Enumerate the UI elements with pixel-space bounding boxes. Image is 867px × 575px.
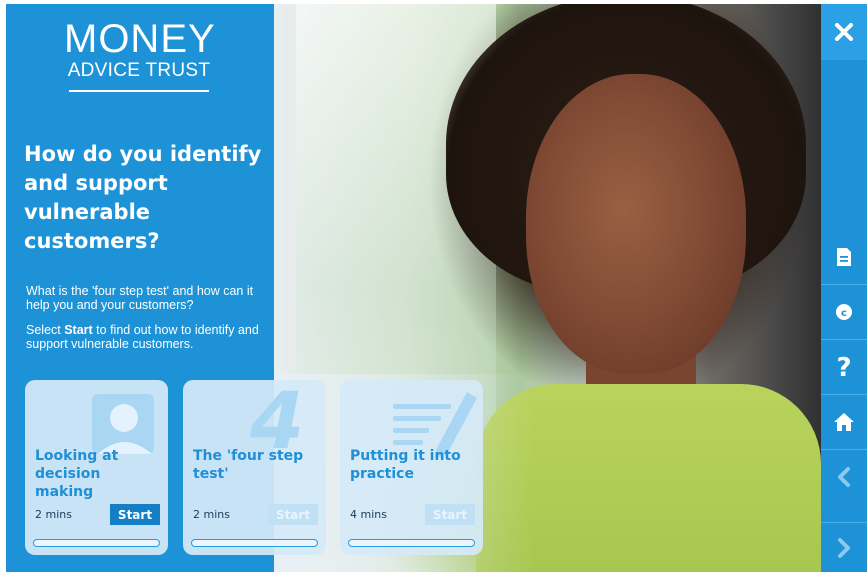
chevron-right-icon bbox=[838, 537, 850, 558]
module-card-putting-into-practice[interactable]: Putting it into practice 4 mins Start bbox=[340, 380, 483, 555]
start-button[interactable]: Start bbox=[110, 504, 160, 525]
home-button[interactable] bbox=[821, 395, 867, 449]
logo-underline bbox=[69, 90, 209, 92]
intro-paragraph-2: Select Start to find out how to identify… bbox=[26, 323, 259, 351]
help-button[interactable]: ? bbox=[821, 340, 867, 394]
module-duration: 4 mins bbox=[350, 508, 387, 521]
next-button[interactable] bbox=[821, 523, 867, 572]
copyright-button[interactable]: c bbox=[821, 285, 867, 339]
module-progress-bar bbox=[348, 539, 475, 547]
start-emphasis: Start bbox=[64, 323, 93, 337]
module-title: Looking at decision making bbox=[35, 448, 119, 500]
logo-line-1: MONEY bbox=[64, 17, 216, 61]
home-icon bbox=[834, 413, 854, 431]
module-progress-bar bbox=[191, 539, 318, 547]
course-stage: MONEY ADVICE TRUST How do you identify a… bbox=[6, 4, 821, 572]
start-button[interactable]: Start bbox=[425, 504, 475, 525]
chevron-left-icon bbox=[838, 467, 850, 487]
intro-text: What is the 'four step test' and how can… bbox=[26, 284, 271, 362]
close-icon bbox=[835, 23, 853, 41]
logo-line-2: ADVICE TRUST bbox=[67, 60, 211, 81]
intro-paragraph-1: What is the 'four step test' and how can… bbox=[26, 284, 254, 312]
module-title: Putting it into practice bbox=[350, 448, 461, 482]
module-duration: 2 mins bbox=[35, 508, 72, 521]
module-title: The 'four step test' bbox=[193, 448, 304, 482]
module-card-four-step-test[interactable]: 4 The 'four step test' 2 mins Start bbox=[183, 380, 326, 555]
photo-face bbox=[526, 74, 746, 374]
module-duration: 2 mins bbox=[193, 508, 230, 521]
module-progress-bar bbox=[33, 539, 160, 547]
document-icon bbox=[837, 248, 851, 266]
page-title: How do you identify and support vulnerab… bbox=[24, 142, 262, 253]
previous-button[interactable] bbox=[821, 450, 867, 504]
module-card-decision-making[interactable]: Looking at decision making 2 mins Start bbox=[25, 380, 168, 555]
close-button[interactable] bbox=[821, 4, 867, 60]
copyright-icon: c bbox=[836, 304, 852, 320]
navigation-rail: c ? bbox=[821, 4, 867, 572]
resources-button[interactable] bbox=[821, 230, 867, 284]
start-button[interactable]: Start bbox=[268, 504, 318, 525]
svg-text:?: ? bbox=[836, 354, 851, 380]
help-icon: ? bbox=[836, 354, 851, 380]
svg-text:c: c bbox=[841, 308, 847, 319]
money-advice-trust-logo: MONEY ADVICE TRUST bbox=[64, 17, 216, 110]
